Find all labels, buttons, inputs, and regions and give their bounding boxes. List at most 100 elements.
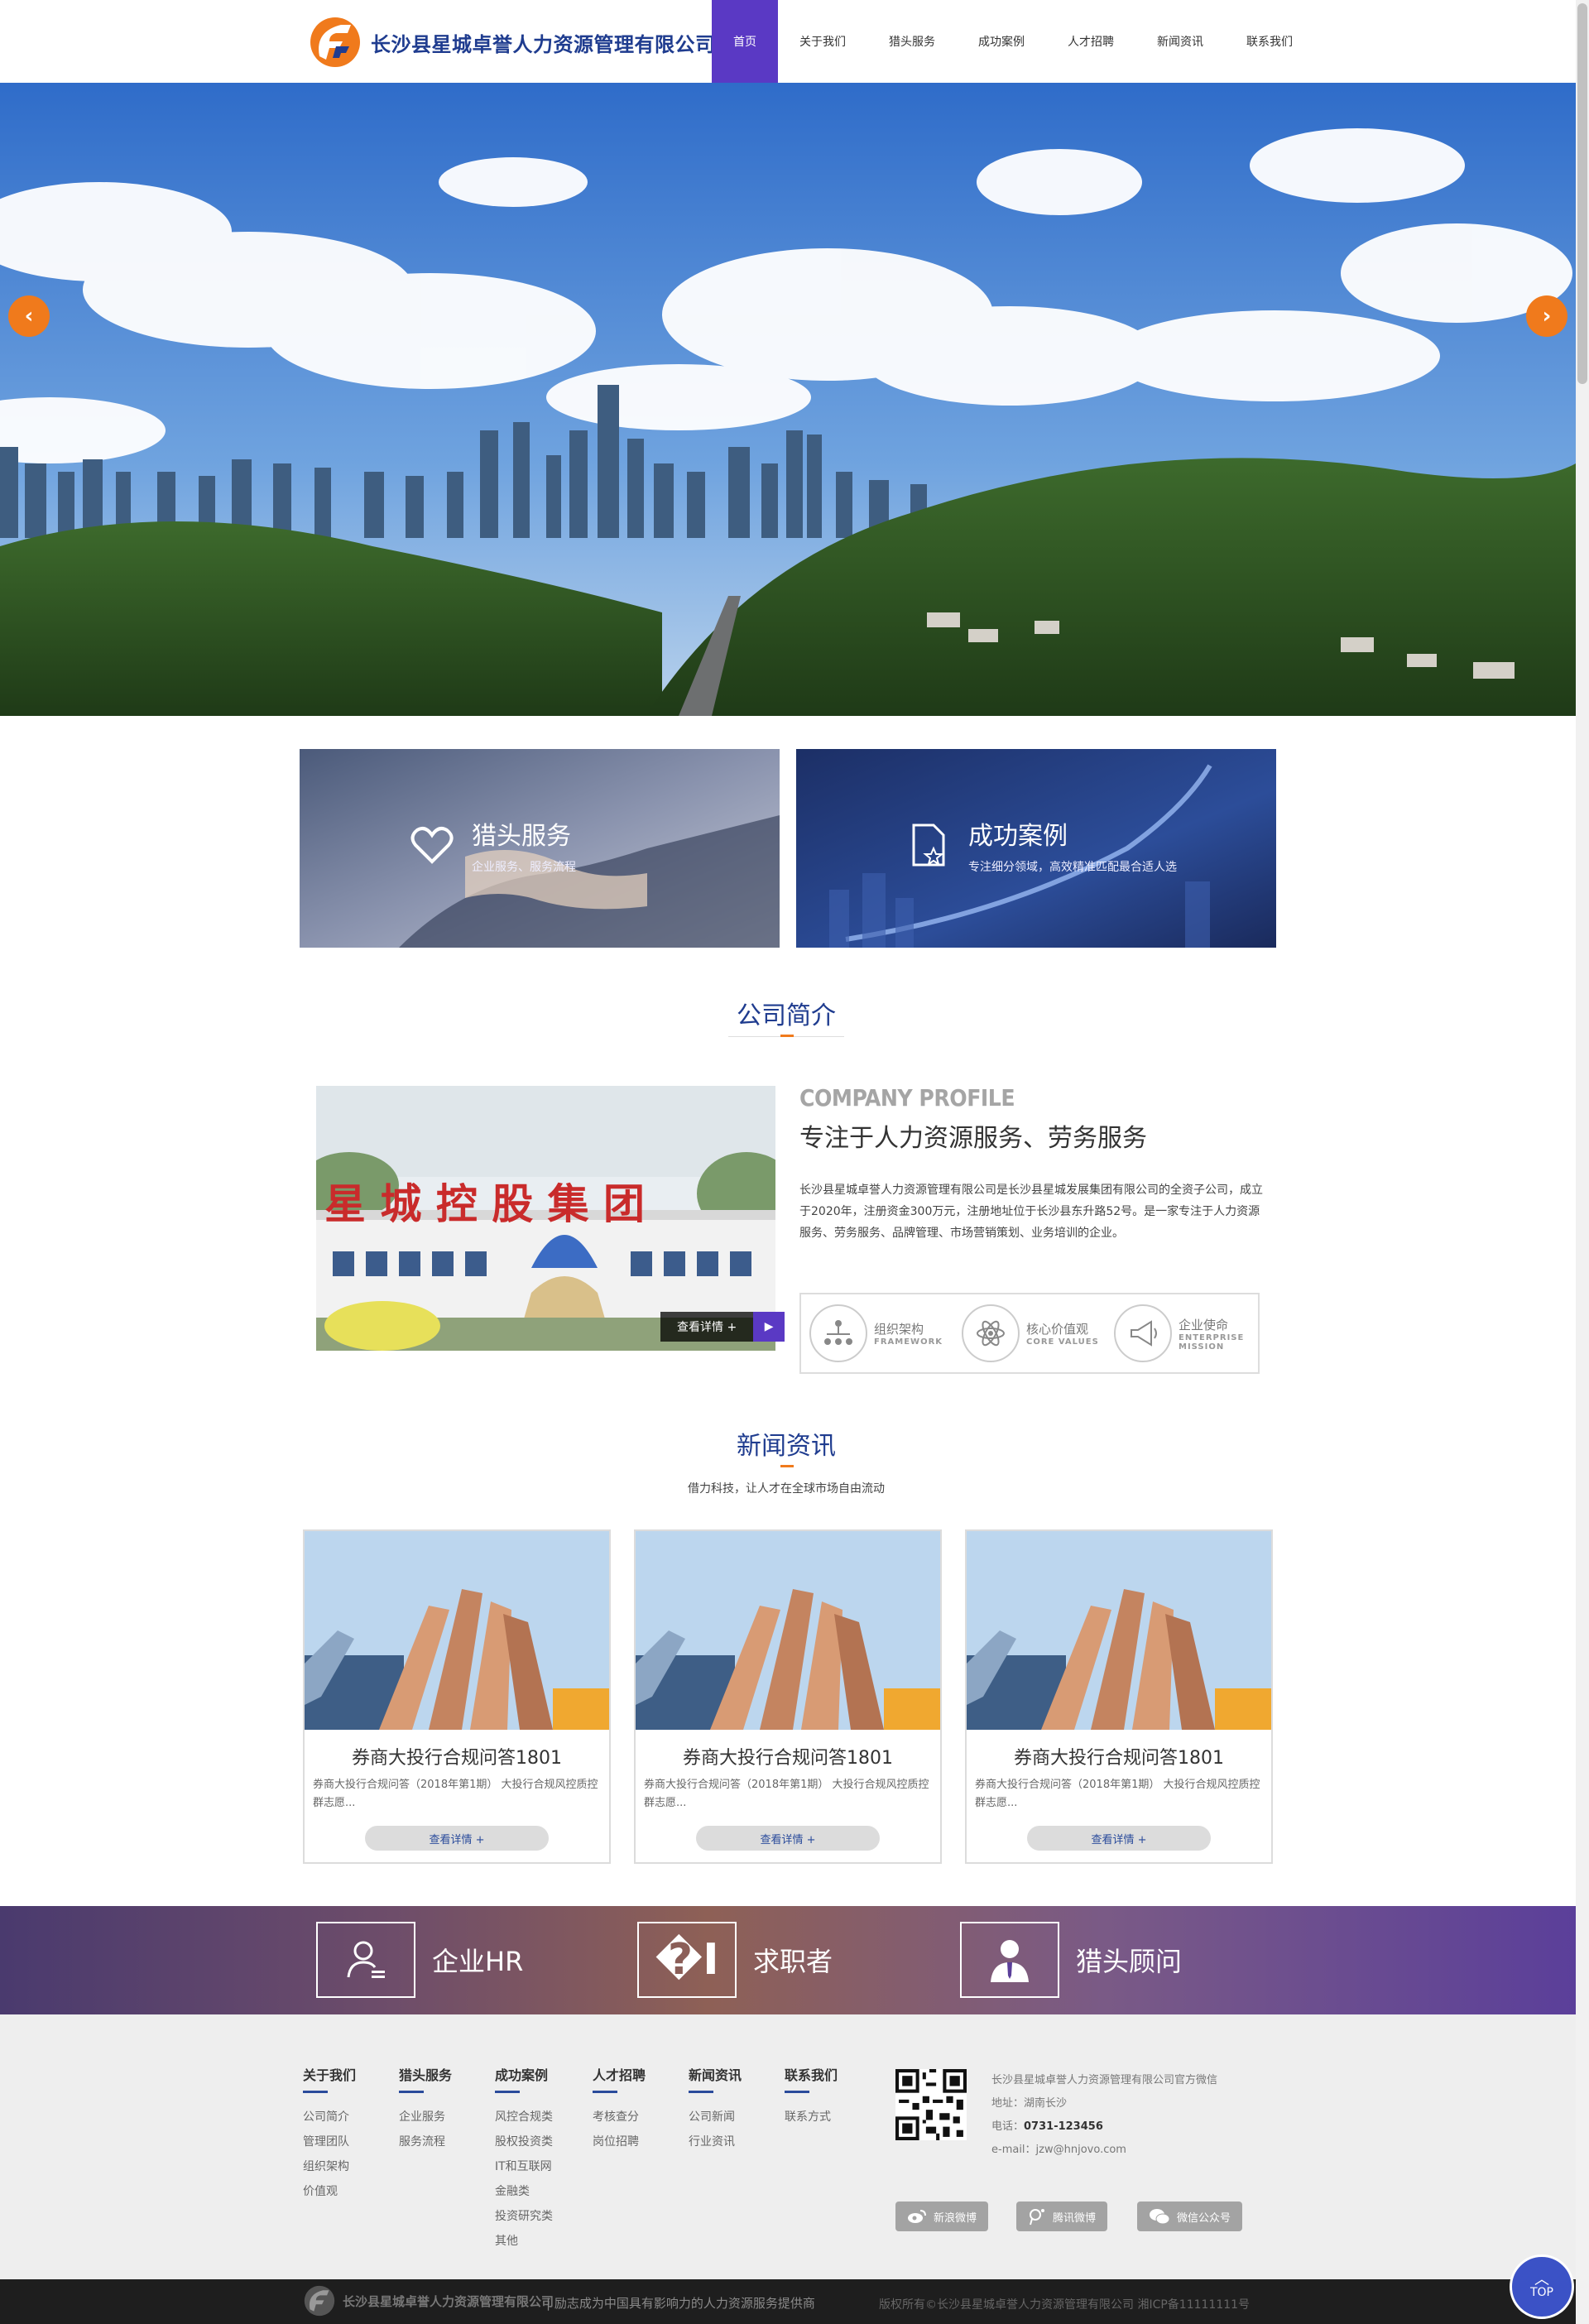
footer-site-name: 长沙县星城卓誉人力资源管理有限公司 bbox=[343, 2293, 554, 2309]
nav-news[interactable]: 新闻资讯 bbox=[1135, 0, 1225, 83]
site-logo[interactable]: 长沙县星城卓誉人力资源管理有限公司 bbox=[308, 15, 716, 70]
profile-description: 长沙县星城卓誉人力资源管理有限公司是长沙县星城发展集团有限公司的全资子公司，成立… bbox=[799, 1184, 1263, 1240]
nav-headhunting[interactable]: 猎头服务 bbox=[867, 0, 957, 83]
feature-label-en: FRAMEWORK bbox=[874, 1337, 943, 1347]
chevron-left-icon: ‹ bbox=[24, 304, 34, 329]
service-title: 猎头服务 bbox=[472, 822, 571, 851]
more-label: 查看详情 + bbox=[660, 1312, 754, 1342]
building-sign-text: 星 城 控 股 集 团 bbox=[324, 1179, 645, 1228]
role-headhunter[interactable]: 猎头顾问 bbox=[960, 1922, 1182, 1998]
feature-label-en: CORE VALUES bbox=[1026, 1337, 1099, 1347]
scrollbar-thumb[interactable] bbox=[1577, 3, 1587, 384]
phone-number: 0731-123456 bbox=[1024, 2120, 1103, 2133]
news-excerpt: 券商大投行合规问答（2018年第1期） 大投行合规风控质控群志愿... bbox=[644, 1779, 929, 1809]
footer-link[interactable]: 公司简介 bbox=[303, 2105, 356, 2130]
nav-recruit[interactable]: 人才招聘 bbox=[1046, 0, 1135, 83]
slogan: | 励志成为中国具有影响力的人力资源服务提供商 bbox=[546, 2296, 815, 2311]
city-landscape-image bbox=[0, 83, 1576, 716]
footer-logo[interactable]: 长沙县星城卓誉人力资源管理有限公司 bbox=[303, 2284, 554, 2317]
profile-feature-box: 组织架构 FRAMEWORK 核心价值观 CORE VALUES 企业使命 ENTER… bbox=[799, 1293, 1260, 1374]
footer-col-title[interactable]: 人才招聘 bbox=[593, 2064, 646, 2091]
profile-more-button[interactable]: 查看详情 + ▶ bbox=[660, 1312, 785, 1342]
role-enterprise-hr[interactable]: 企业HR bbox=[316, 1922, 523, 1998]
service-card-headhunting[interactable]: 猎头服务 企业服务、服务流程 bbox=[300, 749, 780, 948]
footer-link[interactable]: 考核查分 bbox=[593, 2105, 646, 2130]
footer-link[interactable]: 服务流程 bbox=[399, 2130, 452, 2154]
footer-link[interactable]: 价值观 bbox=[303, 2179, 356, 2204]
footer-link[interactable]: 公司新闻 bbox=[689, 2105, 742, 2130]
news-card[interactable]: 券商大投行合规问答1801 券商大投行合规问答（2018年第1期） 大投行合规风… bbox=[965, 1529, 1273, 1864]
footer-link[interactable]: 股权投资类 bbox=[495, 2130, 553, 2154]
footer-link[interactable]: 管理团队 bbox=[303, 2130, 356, 2154]
feature-core-values[interactable]: 核心价值观 CORE VALUES bbox=[962, 1304, 1101, 1362]
site-footer bbox=[0, 2014, 1576, 2279]
user-list-icon bbox=[347, 1941, 385, 1978]
nav-cases[interactable]: 成功案例 bbox=[957, 0, 1046, 83]
footer-col-title[interactable]: 联系我们 bbox=[785, 2064, 838, 2091]
chevron-right-icon: › bbox=[1542, 304, 1552, 329]
copyright-text: 版权所有©长沙县星城卓誉人力资源管理有限公司 湘ICP备11111111号 bbox=[879, 2298, 1251, 2312]
feature-label: 核心价值观 bbox=[1026, 1322, 1089, 1337]
atom-icon bbox=[977, 1320, 1005, 1347]
section-title-news: 新闻资讯 bbox=[737, 1432, 836, 1461]
back-to-top-button[interactable]: ︿ TOP bbox=[1510, 2254, 1574, 2319]
section-title-profile: 公司简介 bbox=[737, 1001, 836, 1030]
footer-link[interactable]: 投资研究类 bbox=[495, 2204, 553, 2229]
wechat-button[interactable]: 微信公众号 bbox=[1137, 2202, 1243, 2231]
feature-label: 组织架构 bbox=[874, 1322, 924, 1337]
social-label: 微信公众号 bbox=[1177, 2211, 1231, 2225]
play-icon: ▶ bbox=[753, 1312, 785, 1342]
tencent-weibo-icon bbox=[1030, 2209, 1044, 2226]
footer-link[interactable]: 风控合规类 bbox=[495, 2105, 553, 2130]
weibo-button[interactable]: 新浪微博 bbox=[895, 2202, 989, 2231]
footer-link[interactable]: 联系方式 bbox=[785, 2105, 838, 2130]
footer-col-contact: 联系我们 联系方式 bbox=[785, 2064, 838, 2130]
footer-link[interactable]: 其他 bbox=[495, 2229, 553, 2254]
phone-label: 电话： bbox=[991, 2120, 1025, 2133]
nav-about[interactable]: 关于我们 bbox=[778, 0, 867, 83]
footer-col-title[interactable]: 新闻资讯 bbox=[689, 2064, 742, 2091]
news-card[interactable]: 券商大投行合规问答1801 券商大投行合规问答（2018年第1期） 大投行合规风… bbox=[303, 1529, 611, 1864]
news-card[interactable]: 券商大投行合规问答1801 券商大投行合规问答（2018年第1期） 大投行合规风… bbox=[634, 1529, 942, 1864]
footer-link[interactable]: 岗位招聘 bbox=[593, 2130, 646, 2154]
news-title[interactable]: 券商大投行合规问答1801 bbox=[636, 1743, 940, 1769]
footer-link[interactable]: 企业服务 bbox=[399, 2105, 452, 2130]
footer-link[interactable]: 行业资讯 bbox=[689, 2130, 742, 2154]
role-job-seeker[interactable]: �I 求职者 bbox=[637, 1922, 833, 1998]
company-building-image: 星 城 控 股 集 团 bbox=[316, 1086, 775, 1351]
news-more-button[interactable]: 查看详情 + bbox=[696, 1826, 880, 1851]
logo-mark-icon bbox=[310, 17, 360, 67]
profile-cn-title: 专注于人力资源服务、劳务服务 bbox=[799, 1124, 1147, 1153]
footer-col-title[interactable]: 关于我们 bbox=[303, 2064, 356, 2091]
feature-mission[interactable]: 企业使命 ENTERPRISE MISSION bbox=[1114, 1304, 1253, 1362]
service-subtitle: 企业服务、服务流程 bbox=[472, 861, 576, 874]
footer-link[interactable]: 组织架构 bbox=[303, 2154, 356, 2179]
teamwork-hands-image bbox=[967, 1531, 1271, 1730]
tencent-weibo-button[interactable]: 腾讯微博 bbox=[1016, 2202, 1108, 2231]
footer-col-about: 关于我们 公司简介 管理团队 组织架构 价值观 bbox=[303, 2064, 356, 2204]
wechat-caption: 长沙县星城卓誉人力资源管理有限公司官方微信 bbox=[991, 2074, 1218, 2086]
feature-framework[interactable]: 组织架构 FRAMEWORK bbox=[809, 1304, 948, 1362]
footer-col-title[interactable]: 成功案例 bbox=[495, 2064, 553, 2091]
banner-next-button[interactable]: › bbox=[1526, 295, 1567, 337]
news-title[interactable]: 券商大投行合规问答1801 bbox=[967, 1743, 1271, 1769]
news-more-button[interactable]: 查看详情 + bbox=[1027, 1826, 1211, 1851]
nav-home[interactable]: 首页 bbox=[712, 0, 778, 83]
service-subtitle: 专注细分领域，高效精准匹配最合适人选 bbox=[968, 861, 1177, 874]
footer-link[interactable]: 金融类 bbox=[495, 2179, 553, 2204]
social-label: 腾讯微博 bbox=[1053, 2211, 1097, 2225]
footer-link[interactable]: IT和互联网 bbox=[495, 2154, 553, 2179]
email: e-mail：jzw@hnjovo.com bbox=[991, 2144, 1126, 2156]
service-card-cases[interactable]: 成功案例 专注细分领域，高效精准匹配最合适人选 bbox=[796, 749, 1276, 948]
feature-label: 企业使命 bbox=[1179, 1317, 1229, 1332]
footer-col-title[interactable]: 猎头服务 bbox=[399, 2064, 452, 2091]
consultant-icon bbox=[991, 1940, 1029, 1982]
wechat-qr-code bbox=[895, 2069, 967, 2140]
heart-icon bbox=[410, 827, 454, 864]
news-title[interactable]: 券商大投行合规问答1801 bbox=[305, 1743, 609, 1769]
nav-contact[interactable]: 联系我们 bbox=[1225, 0, 1314, 83]
title-accent bbox=[780, 1035, 794, 1037]
banner-prev-button[interactable]: ‹ bbox=[8, 295, 50, 337]
news-more-button[interactable]: 查看详情 + bbox=[365, 1826, 549, 1851]
feature-label-en: ENTERPRISE MISSION bbox=[1179, 1332, 1245, 1352]
